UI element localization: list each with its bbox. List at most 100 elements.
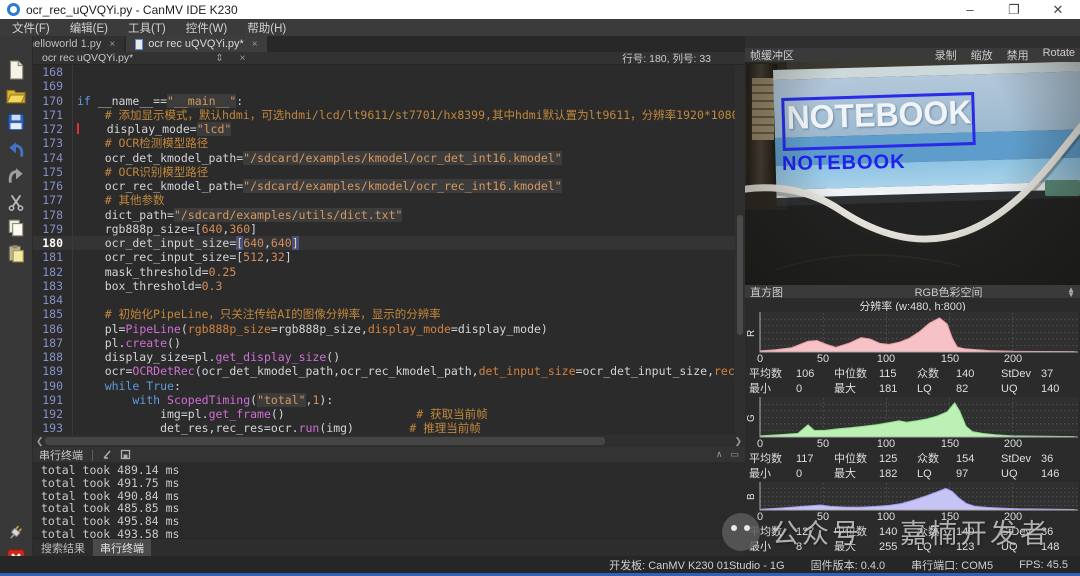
menu-item[interactable]: 文件(F): [12, 20, 50, 36]
editor-horizontal-scrollbar[interactable]: ❮ ❯: [33, 435, 745, 447]
copy-icon[interactable]: [6, 218, 26, 238]
stat-label: LQ: [917, 467, 956, 482]
code-editor[interactable]: 168169170if __name__=="__main__":171 # 添…: [33, 65, 745, 435]
code-line[interactable]: 176 ocr_rec_kmodel_path="/sdcard/example…: [33, 179, 745, 193]
framebuffer-action-Rotate[interactable]: Rotate: [1043, 47, 1075, 63]
code-line[interactable]: 180 ocr_det_input_size=[640,640]: [33, 236, 745, 250]
code-line[interactable]: 185 # 初始化PipeLine，只关注传给AI的图像分辨率，显示的分辨率: [33, 307, 745, 321]
code-line[interactable]: 193 det_res,rec_res=ocr.run(img) # 推理当前帧: [33, 421, 745, 435]
code-line[interactable]: 178 dict_path="/sdcard/examples/utils/di…: [33, 208, 745, 222]
save-log-icon[interactable]: [120, 449, 131, 460]
save-icon[interactable]: [6, 112, 26, 132]
stat-label: 最小: [749, 467, 796, 482]
redo-icon[interactable]: [6, 166, 26, 186]
stat-label: 中位数: [834, 452, 879, 467]
code-text: ocr_rec_kmodel_path="/sdcard/examples/km…: [73, 179, 562, 193]
stat-value: 115: [879, 367, 917, 382]
code-text: display_size=pl.get_display_size(): [73, 350, 340, 364]
clear-terminal-icon[interactable]: [102, 449, 113, 460]
scrollbar-thumb[interactable]: [45, 437, 605, 445]
line-number: 176: [33, 179, 73, 193]
close-pane-icon[interactable]: ×: [240, 53, 246, 64]
histogram-channel-G: G050100150200平均数117中位数125众数154StDev36最小0…: [745, 396, 1080, 481]
panel-tab[interactable]: 搜索结果: [41, 540, 85, 556]
line-number: 178: [33, 208, 73, 222]
status-bar: 开发板: CanMV K230 01Studio - 1G固件版本: 0.4.0…: [0, 556, 1080, 576]
code-line[interactable]: 177 # 其他参数: [33, 193, 745, 207]
terminal-line: total took 491.75 ms: [41, 477, 745, 490]
open-folder-icon[interactable]: [6, 86, 26, 106]
scrollbar-thumb[interactable]: [737, 215, 743, 335]
tick-label: 100: [877, 353, 895, 365]
code-line[interactable]: 174 ocr_det_kmodel_path="/sdcard/example…: [33, 151, 745, 165]
spinner-arrows-icon[interactable]: ▲▼: [1067, 287, 1075, 297]
window-title: ocr_rec_uQVQYi.py - CanMV IDE K230: [26, 3, 238, 17]
menu-item[interactable]: 编辑(E): [70, 20, 108, 36]
scroll-left-icon[interactable]: ❮: [36, 435, 44, 447]
code-line[interactable]: 192 img=pl.get_frame() # 获取当前帧: [33, 407, 745, 421]
framebuffer-action-缩放[interactable]: 缩放: [971, 47, 993, 63]
stat-label: 平均数: [749, 452, 796, 467]
framebuffer-header: 帧缓冲区 录制缩放禁用Rotate: [745, 48, 1080, 62]
scroll-right-icon[interactable]: ❯: [734, 435, 742, 447]
code-text: # 初始化PipeLine，只关注传给AI的图像分辨率，显示的分辨率: [73, 307, 441, 321]
code-line[interactable]: 169: [33, 79, 745, 93]
code-line[interactable]: 187 pl.create(): [33, 336, 745, 350]
code-line[interactable]: 182 mask_threshold=0.25: [33, 265, 745, 279]
code-line[interactable]: 190 while True:: [33, 379, 745, 393]
stat-label: LQ: [917, 382, 956, 397]
code-line[interactable]: 170if __name__=="__main__":: [33, 94, 745, 108]
split-pane-icon[interactable]: ⇕: [215, 53, 223, 64]
tick-label: 0: [757, 438, 763, 450]
vignette-overlay: [745, 62, 1080, 285]
menu-item[interactable]: 帮助(H): [247, 20, 286, 36]
code-line[interactable]: 191 with ScopedTiming("total",1):: [33, 393, 745, 407]
minimize-button[interactable]: –: [948, 0, 992, 19]
framebuffer-action-录制[interactable]: 录制: [935, 47, 957, 63]
new-file-icon[interactable]: [6, 60, 26, 80]
code-line[interactable]: 188 display_size=pl.get_display_size(): [33, 350, 745, 364]
code-line[interactable]: 168: [33, 65, 745, 79]
close-tab-icon[interactable]: ×: [252, 39, 258, 50]
undo-icon[interactable]: [6, 140, 26, 160]
code-line[interactable]: 181 ocr_rec_input_size=[512,32]: [33, 250, 745, 264]
code-text: pl=PipeLine(rgb888p_size=rgb888p_size,di…: [73, 322, 548, 336]
collapse-panel-icon[interactable]: ∧: [716, 449, 723, 460]
code-line[interactable]: 173 # OCR检测模型路径: [33, 136, 745, 150]
code-line[interactable]: 179 rgb888p_size=[640,360]: [33, 222, 745, 236]
channel-stats-row: 平均数127中位数140众数140StDev36: [745, 525, 1080, 540]
code-line[interactable]: 184: [33, 293, 745, 307]
menu-item[interactable]: 控件(W): [186, 20, 228, 36]
panel-tab[interactable]: 串行终端: [93, 539, 151, 557]
x-axis-ticks: 050100150200: [745, 440, 1080, 452]
close-button[interactable]: ✕: [1036, 0, 1080, 19]
code-text: box_threshold=0.3: [73, 279, 222, 293]
code-line[interactable]: 171 # 添加显示模式，默认hdmi，可选hdmi/lcd/lt9611/st…: [33, 108, 745, 122]
file-icon: [135, 39, 143, 50]
code-line[interactable]: 172 display_mode="lcd": [33, 122, 745, 136]
close-tab-icon[interactable]: ×: [109, 39, 115, 50]
stat-label: UQ: [1001, 540, 1041, 555]
panel-layout-icon[interactable]: ▭: [730, 449, 739, 460]
framebuffer-action-禁用[interactable]: 禁用: [1007, 47, 1029, 63]
stat-value: 125: [879, 452, 917, 467]
connect-icon[interactable]: [6, 522, 26, 542]
menu-item[interactable]: 工具(T): [128, 20, 166, 36]
code-line[interactable]: 189 ocr=OCRDetRec(ocr_det_kmodel_path,oc…: [33, 364, 745, 378]
editor-tab[interactable]: ocr rec uQVQYi.py*×: [126, 36, 266, 52]
title-bar: ocr_rec_uQVQYi.py - CanMV IDE K230 –❐✕: [0, 0, 1080, 19]
terminal-output[interactable]: total took 489.14 mstotal took 491.75 ms…: [33, 462, 745, 538]
stat-label: LQ: [917, 540, 956, 555]
cut-icon[interactable]: [6, 192, 26, 212]
editor-pane-title: ocr rec uQVQYi.py*: [42, 52, 133, 64]
line-number: 192: [33, 407, 73, 421]
stat-value: 154: [956, 452, 1001, 467]
channel-stats-row: 平均数106中位数115众数140StDev37: [745, 367, 1080, 382]
restore-button[interactable]: ❐: [992, 0, 1036, 19]
editor-vertical-scrollbar[interactable]: [735, 65, 745, 435]
code-line[interactable]: 183 box_threshold=0.3: [33, 279, 745, 293]
paste-icon[interactable]: [6, 244, 26, 264]
code-line[interactable]: 186 pl=PipeLine(rgb888p_size=rgb888p_siz…: [33, 322, 745, 336]
x-axis-ticks: 050100150200: [745, 513, 1080, 525]
code-line[interactable]: 175 # OCR识别模型路径: [33, 165, 745, 179]
